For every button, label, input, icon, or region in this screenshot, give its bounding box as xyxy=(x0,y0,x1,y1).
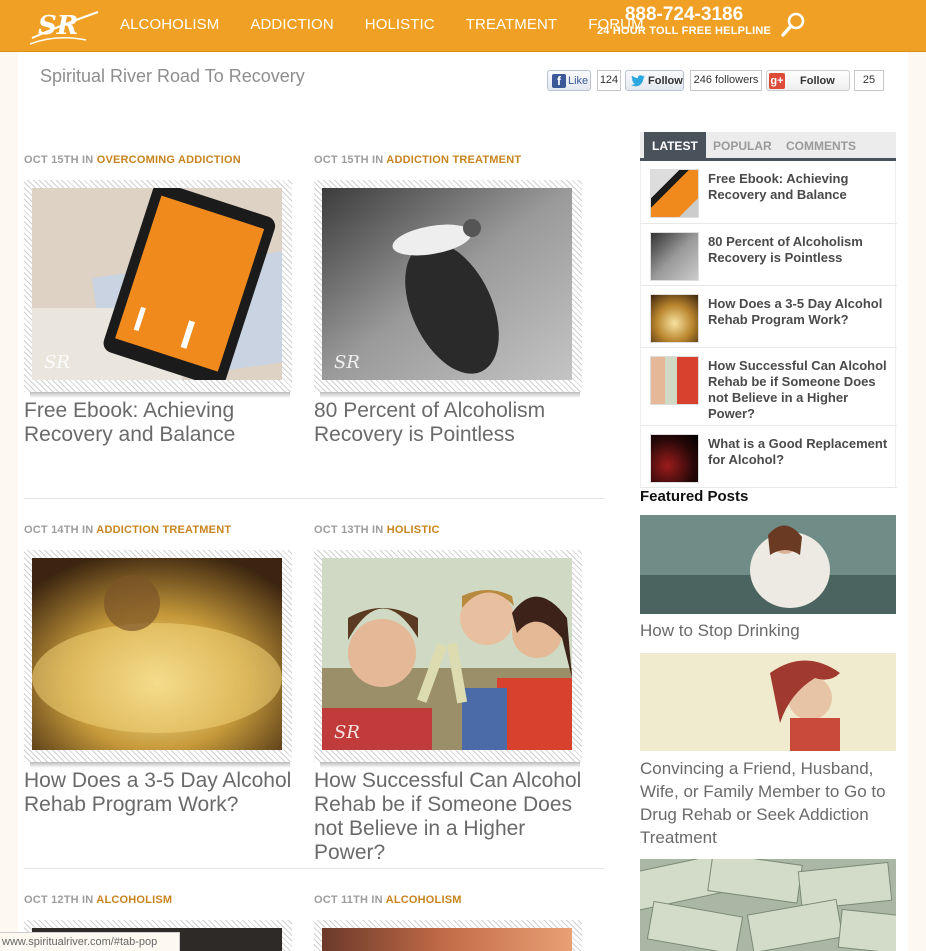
svg-text:SR: SR xyxy=(44,352,70,373)
post-title-link[interactable]: 80 Percent of Alcoholism Recovery is Poi… xyxy=(314,399,584,447)
post-meta: OCT 11TH IN ALCOHOLISM xyxy=(314,894,462,906)
google-plus-count: 25 xyxy=(854,70,884,91)
sidebar-tabs: LATEST POPULAR COMMENTS xyxy=(640,132,896,161)
latest-thumb[interactable] xyxy=(650,434,699,483)
latest-post-link[interactable]: Free Ebook: Achieving Recovery and Balan… xyxy=(708,171,892,203)
post-meta: OCT 14TH IN ADDICTION TREATMENT xyxy=(24,524,232,536)
tab-latest[interactable]: LATEST xyxy=(644,132,706,158)
friends-toasting-image[interactable]: SR xyxy=(322,558,572,750)
latest-thumb[interactable] xyxy=(650,169,699,218)
post-title-link[interactable]: How Does a 3-5 Day Alcohol Rehab Program… xyxy=(24,769,294,817)
phone-number[interactable]: 888-724-3186 xyxy=(596,5,772,25)
list-item[interactable]: How Successful Can Alcohol Rehab be if S… xyxy=(641,348,897,426)
twitter-follower-count: 246 followers xyxy=(690,70,762,91)
post-meta: OCT 15TH IN ADDICTION TREATMENT xyxy=(314,154,522,166)
list-item[interactable]: How Does a 3-5 Day Alcohol Rehab Program… xyxy=(641,286,897,348)
twitter-follow-button[interactable]: Follow xyxy=(625,70,684,91)
post-category-link[interactable]: ALCOHOLISM xyxy=(386,894,462,906)
post-title-link[interactable]: Free Ebook: Achieving Recovery and Balan… xyxy=(24,399,294,447)
search-icon[interactable] xyxy=(780,11,806,39)
nav-alcoholism[interactable]: ALCOHOLISM xyxy=(120,0,219,52)
post-category-link[interactable]: ADDICTION TREATMENT xyxy=(96,524,231,536)
post-meta: OCT 12TH IN ALCOHOLISM xyxy=(24,894,173,906)
facebook-icon: f xyxy=(552,73,566,88)
post-image[interactable] xyxy=(322,928,572,951)
ebook-tablet-image[interactable]: SR xyxy=(32,188,282,380)
glass-of-wine-image[interactable] xyxy=(32,558,282,750)
site-title[interactable]: Spiritual River Road To Recovery xyxy=(40,66,305,87)
post-thumbnail-frame[interactable]: SR xyxy=(24,180,292,392)
svg-text:SR: SR xyxy=(38,11,78,41)
main-nav: ALCOHOLISM ADDICTION HOLISTIC TREATMENT … xyxy=(120,0,675,52)
nav-holistic[interactable]: HOLISTIC xyxy=(365,0,435,52)
helpline-label: 24 HOUR TOLL FREE HELPLINE xyxy=(596,25,772,37)
row-divider xyxy=(24,868,604,869)
svg-text:SR: SR xyxy=(334,352,360,373)
latest-post-link[interactable]: How Does a 3-5 Day Alcohol Rehab Program… xyxy=(708,296,892,328)
featured-image-stop-drinking[interactable] xyxy=(640,515,896,614)
tab-comments[interactable]: COMMENTS xyxy=(786,132,856,158)
post-category-link[interactable]: ADDICTION TREATMENT xyxy=(386,154,521,166)
post-category-link[interactable]: OVERCOMING ADDICTION xyxy=(97,154,241,166)
post-title-link[interactable]: How Successful Can Alcohol Rehab be if S… xyxy=(314,769,584,865)
sr-logo[interactable]: SR xyxy=(26,4,102,48)
featured-posts-heading: Featured Posts xyxy=(640,488,749,505)
browser-status-bar: www.spiritualriver.com/#tab-pop xyxy=(0,932,180,951)
featured-image-money[interactable] xyxy=(640,859,896,951)
list-item[interactable]: Free Ebook: Achieving Recovery and Balan… xyxy=(641,161,897,224)
post-thumbnail-frame[interactable]: SR xyxy=(314,550,582,762)
latest-thumb[interactable] xyxy=(650,232,699,281)
tab-popular[interactable]: POPULAR xyxy=(713,132,772,158)
post-meta: OCT 15TH IN OVERCOMING ADDICTION xyxy=(24,154,241,166)
post-meta: OCT 13TH IN HOLISTIC xyxy=(314,524,440,536)
latest-post-link[interactable]: 80 Percent of Alcoholism Recovery is Poi… xyxy=(708,234,892,266)
featured-post-link[interactable]: How to Stop Drinking xyxy=(640,619,896,642)
featured-post-link[interactable]: Convincing a Friend, Husband, Wife, or F… xyxy=(640,757,896,849)
post-category-link[interactable]: HOLISTIC xyxy=(387,524,440,536)
facebook-like-count: 124 xyxy=(597,70,621,91)
top-nav-bar: SR ALCOHOLISM ADDICTION HOLISTIC TREATME… xyxy=(0,0,926,52)
google-plus-icon: g+ xyxy=(769,72,785,89)
row-divider xyxy=(24,498,604,499)
featured-image-convincing[interactable] xyxy=(640,653,896,751)
post-category-link[interactable]: ALCOHOLISM xyxy=(96,894,172,906)
svg-text:SR: SR xyxy=(334,722,360,743)
google-plus-follow-button[interactable]: g+ Follow xyxy=(766,70,850,91)
latest-post-link[interactable]: What is a Good Replacement for Alcohol? xyxy=(708,436,892,468)
post-thumbnail-frame[interactable] xyxy=(314,920,582,951)
social-buttons: f Like 124 Follow 246 followers g+ Follo… xyxy=(547,70,887,91)
helpline[interactable]: 888-724-3186 24 HOUR TOLL FREE HELPLINE xyxy=(596,5,772,38)
latest-posts-list: Free Ebook: Achieving Recovery and Balan… xyxy=(640,161,897,488)
post-thumbnail-frame[interactable] xyxy=(24,550,292,762)
list-item[interactable]: 80 Percent of Alcoholism Recovery is Poi… xyxy=(641,224,897,286)
twitter-bird-icon xyxy=(631,74,645,86)
man-lying-on-pavement-image[interactable]: SR xyxy=(322,188,572,380)
latest-thumb[interactable] xyxy=(650,356,699,405)
post-thumbnail-frame[interactable]: SR xyxy=(314,180,582,392)
latest-post-link[interactable]: How Successful Can Alcohol Rehab be if S… xyxy=(708,358,892,422)
facebook-like-button[interactable]: f Like xyxy=(547,70,591,91)
list-item[interactable]: What is a Good Replacement for Alcohol? xyxy=(641,426,897,488)
nav-treatment[interactable]: TREATMENT xyxy=(466,0,557,52)
latest-thumb[interactable] xyxy=(650,294,699,343)
nav-addiction[interactable]: ADDICTION xyxy=(250,0,333,52)
